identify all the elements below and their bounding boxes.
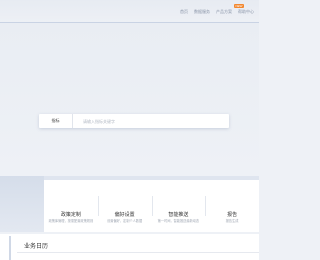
top-navigation-bar: NEW 首页 数据服务 产品方案 帮助中心: [0, 0, 259, 23]
feature-card-preference[interactable]: 偏好设置 设置偏好，定制个人数据: [97, 180, 152, 232]
nav-item-home[interactable]: 首页: [180, 9, 188, 15]
feature-card-report[interactable]: 报告 报告生成: [205, 180, 259, 232]
feature-cards: 政策定制 政策库管理，按需配置政策规则 偏好设置 设置偏好，定制个人数据 智能推…: [44, 180, 259, 232]
feature-card-title: 政策定制: [60, 212, 81, 218]
section-divider: [17, 252, 259, 253]
nav-item-help[interactable]: 帮助中心: [238, 9, 254, 15]
nav-menu: 首页 数据服务 产品方案 帮助中心: [180, 9, 254, 15]
feature-card-push[interactable]: 智能推送 第一时间，智能推送最新动态: [151, 180, 206, 232]
search-scope-label: 指标: [51, 118, 60, 123]
feature-band-side: [0, 176, 44, 232]
new-badge: NEW: [234, 4, 244, 8]
feature-card-title: 报告: [227, 212, 238, 218]
search-bar: 指标: [39, 114, 229, 128]
feature-card-title: 智能推送: [168, 212, 189, 218]
nav-item-solutions[interactable]: 产品方案: [216, 9, 232, 15]
feature-card-desc: 第一时间，智能推送最新动态: [157, 219, 200, 223]
nav-item-data[interactable]: 数据服务: [194, 9, 210, 15]
feature-card-title: 偏好设置: [114, 212, 135, 218]
hero-banner: [0, 23, 259, 173]
search-input[interactable]: [73, 114, 229, 128]
feature-card-desc: 设置偏好，定制个人数据: [107, 219, 143, 223]
feature-card-desc: 政策库管理，按需配置政策规则: [48, 219, 94, 223]
section-accent-bar: [9, 236, 11, 260]
search-scope-select[interactable]: 指标: [39, 114, 73, 128]
feature-card-desc: 报告生成: [225, 219, 239, 223]
feature-card-policy[interactable]: 政策定制 政策库管理，按需配置政策规则: [44, 180, 98, 232]
section-title: 业务日历: [24, 244, 49, 250]
